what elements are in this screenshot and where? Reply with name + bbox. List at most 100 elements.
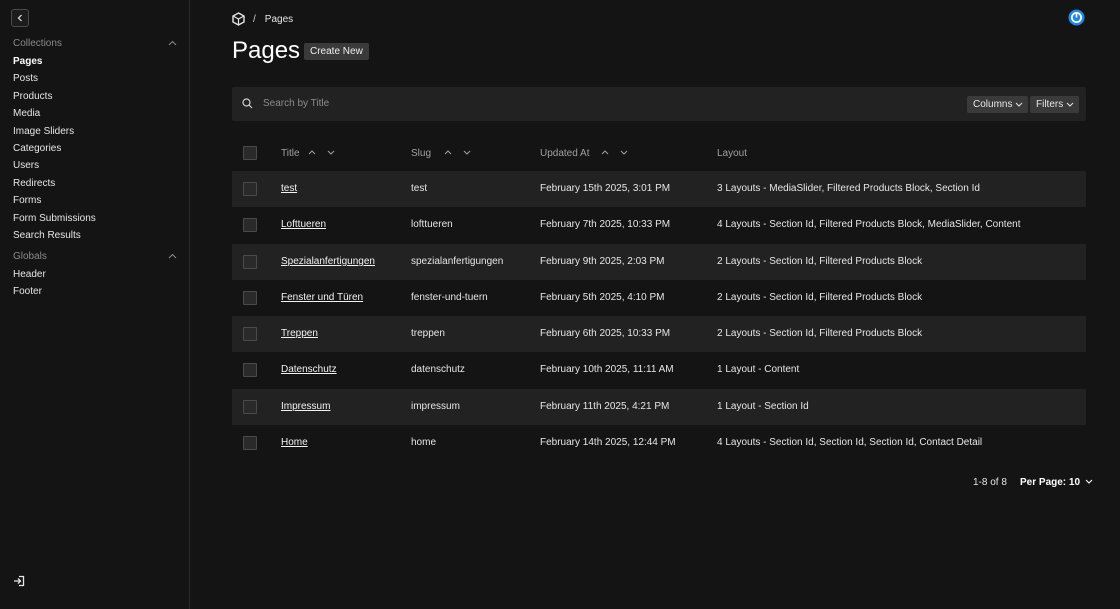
collapse-sidebar-button[interactable] bbox=[11, 9, 29, 27]
table-row[interactable]: Fenster und Türen fenster-und-tuern Febr… bbox=[232, 280, 1086, 316]
columns-label: Columns bbox=[973, 99, 1013, 110]
sort-asc-icon[interactable] bbox=[444, 150, 452, 155]
table-row[interactable]: test test February 15th 2025, 3:01 PM 3 … bbox=[232, 171, 1086, 207]
row-title-link[interactable]: Impressum bbox=[281, 401, 330, 412]
row-layout: 3 Layouts - MediaSlider, Filtered Produc… bbox=[717, 183, 980, 194]
select-all-checkbox[interactable] bbox=[243, 146, 257, 160]
row-layout: 2 Layouts - Section Id, Filtered Product… bbox=[717, 292, 923, 303]
row-updated-at: February 6th 2025, 10:33 PM bbox=[540, 328, 671, 339]
breadcrumb-separator: / bbox=[253, 13, 256, 25]
row-slug: treppen bbox=[411, 328, 445, 339]
row-updated-at: February 15th 2025, 3:01 PM bbox=[540, 183, 671, 194]
breadcrumb-current: Pages bbox=[264, 13, 294, 25]
column-updated-at-label: Updated At bbox=[540, 148, 590, 159]
sidebar-item-image-sliders[interactable]: Image Sliders bbox=[13, 126, 74, 140]
collections-label: Collections bbox=[13, 38, 62, 49]
column-header-layout: Layout bbox=[717, 148, 747, 159]
row-checkbox[interactable] bbox=[243, 436, 257, 450]
sort-desc-icon[interactable] bbox=[327, 150, 335, 155]
row-checkbox[interactable] bbox=[243, 255, 257, 269]
chevron-up-icon bbox=[168, 253, 177, 259]
table-row[interactable]: Home home February 14th 2025, 12:44 PM 4… bbox=[232, 425, 1086, 461]
row-checkbox[interactable] bbox=[243, 218, 257, 232]
column-header-slug: Slug bbox=[411, 148, 471, 159]
sort-desc-icon[interactable] bbox=[620, 150, 628, 155]
row-slug: lofttueren bbox=[411, 219, 453, 230]
per-page-select[interactable]: Per Page: 10 bbox=[1020, 477, 1093, 488]
row-layout: 1 Layout - Section Id bbox=[717, 401, 809, 412]
search-icon bbox=[242, 98, 253, 109]
row-updated-at: February 11th 2025, 4:21 PM bbox=[540, 401, 670, 412]
column-title-label: Title bbox=[281, 148, 300, 159]
sort-asc-icon[interactable] bbox=[308, 150, 316, 155]
chevron-down-icon bbox=[1016, 102, 1023, 107]
sidebar-item-pages[interactable]: Pages bbox=[13, 56, 42, 70]
pagination-range: 1-8 of 8 bbox=[973, 477, 1007, 488]
sidebar-item-users[interactable]: Users bbox=[13, 160, 39, 174]
sidebar: Collections Pages Posts Products Media I… bbox=[0, 0, 190, 609]
sidebar-item-forms[interactable]: Forms bbox=[13, 195, 41, 209]
search-input[interactable]: Search by Title bbox=[263, 98, 329, 109]
row-updated-at: February 7th 2025, 10:33 PM bbox=[540, 219, 671, 230]
row-layout: 2 Layouts - Section Id, Filtered Product… bbox=[717, 328, 923, 339]
row-checkbox[interactable] bbox=[243, 400, 257, 414]
globals-label: Globals bbox=[13, 251, 47, 262]
row-title-link[interactable]: test bbox=[281, 183, 297, 194]
row-slug: spezialanfertigungen bbox=[411, 256, 504, 267]
row-title-link[interactable]: Spezialanfertigungen bbox=[281, 256, 375, 267]
chevron-down-icon bbox=[1085, 479, 1093, 484]
row-updated-at: February 14th 2025, 12:44 PM bbox=[540, 437, 676, 448]
sort-desc-icon[interactable] bbox=[463, 150, 471, 155]
sidebar-item-search-results[interactable]: Search Results bbox=[13, 230, 81, 244]
table-row[interactable]: Impressum impressum February 11th 2025, … bbox=[232, 389, 1086, 425]
column-header-updated-at: Updated At bbox=[540, 148, 628, 159]
filters-button[interactable]: Filters bbox=[1030, 96, 1080, 113]
row-checkbox[interactable] bbox=[243, 291, 257, 305]
table-row[interactable]: Datenschutz datenschutz February 10th 20… bbox=[232, 352, 1086, 388]
row-updated-at: February 10th 2025, 11:11 AM bbox=[540, 364, 674, 375]
sidebar-item-categories[interactable]: Categories bbox=[13, 143, 61, 157]
row-checkbox[interactable] bbox=[243, 182, 257, 196]
sidebar-item-media[interactable]: Media bbox=[13, 108, 40, 122]
page-title: Pages bbox=[232, 37, 301, 64]
payload-logo-icon[interactable] bbox=[232, 12, 245, 26]
account-avatar-icon[interactable] bbox=[1068, 9, 1085, 26]
row-checkbox[interactable] bbox=[243, 327, 257, 341]
row-title-link[interactable]: Fenster und Türen bbox=[281, 292, 363, 303]
row-title-link[interactable]: Treppen bbox=[281, 328, 318, 339]
sidebar-item-form-submissions[interactable]: Form Submissions bbox=[13, 213, 96, 227]
row-title-link[interactable]: Lofttueren bbox=[281, 219, 326, 230]
table-row[interactable]: Treppen treppen February 6th 2025, 10:33… bbox=[232, 316, 1086, 352]
logout-icon[interactable] bbox=[13, 575, 25, 587]
table-row[interactable]: Spezialanfertigungen spezialanfertigunge… bbox=[232, 244, 1086, 280]
sort-asc-icon[interactable] bbox=[601, 150, 609, 155]
row-slug: impressum bbox=[411, 401, 460, 412]
sidebar-item-posts[interactable]: Posts bbox=[13, 73, 38, 87]
table-row[interactable]: Lofttueren lofttueren February 7th 2025,… bbox=[232, 207, 1086, 243]
sidebar-item-redirects[interactable]: Redirects bbox=[13, 178, 55, 192]
filters-label: Filters bbox=[1036, 99, 1064, 110]
row-checkbox[interactable] bbox=[243, 363, 257, 377]
row-slug: datenschutz bbox=[411, 364, 465, 375]
sidebar-item-header[interactable]: Header bbox=[13, 269, 46, 283]
search-bar: Search by Title Columns Filters bbox=[232, 87, 1086, 121]
columns-button[interactable]: Columns bbox=[967, 96, 1029, 113]
per-page-label: Per Page: 10 bbox=[1020, 477, 1081, 488]
column-layout-label: Layout bbox=[717, 148, 748, 159]
collections-group-toggle[interactable]: Collections bbox=[13, 38, 177, 52]
row-title-link[interactable]: Home bbox=[281, 437, 308, 448]
row-layout: 1 Layout - Content bbox=[717, 364, 800, 375]
chevron-down-icon bbox=[1066, 102, 1074, 107]
sidebar-item-footer[interactable]: Footer bbox=[13, 286, 42, 300]
main-content: / Pages Pages Create New Search by Title… bbox=[191, 0, 1120, 609]
column-slug-label: Slug bbox=[411, 148, 432, 159]
create-new-button[interactable]: Create New bbox=[304, 43, 369, 60]
sidebar-item-products[interactable]: Products bbox=[13, 91, 52, 105]
row-title-link[interactable]: Datenschutz bbox=[281, 364, 337, 375]
globals-group-toggle[interactable]: Globals bbox=[13, 251, 177, 265]
row-slug: test bbox=[411, 183, 428, 194]
chevron-up-icon bbox=[168, 40, 177, 46]
row-slug: home bbox=[411, 437, 437, 448]
row-layout: 4 Layouts - Section Id, Section Id, Sect… bbox=[717, 437, 983, 448]
row-slug: fenster-und-tuern bbox=[411, 292, 488, 303]
